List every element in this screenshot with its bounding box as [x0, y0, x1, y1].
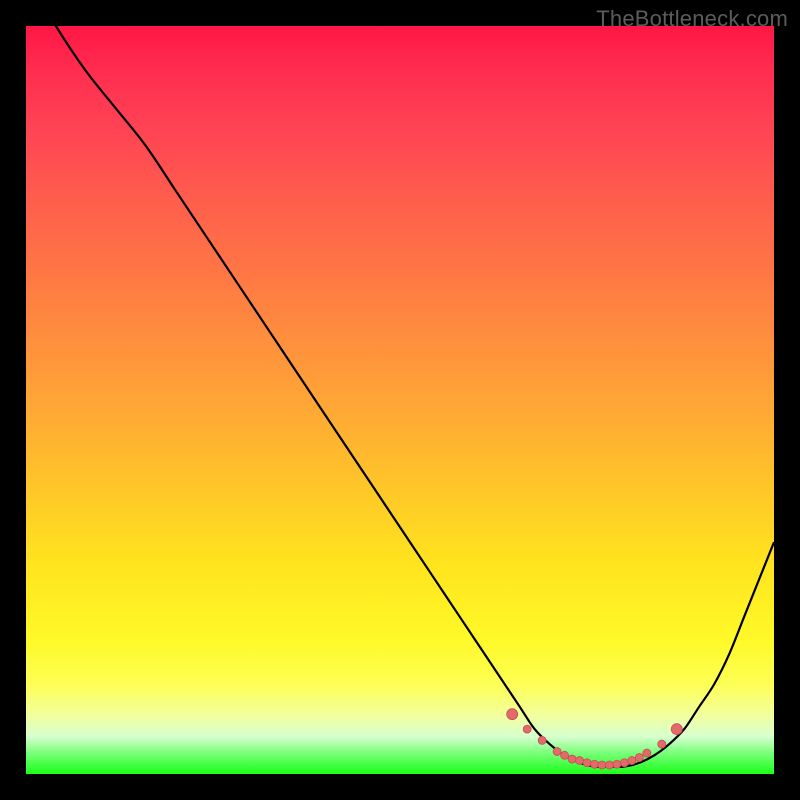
dot-marker — [576, 757, 584, 765]
plot-area — [26, 26, 774, 774]
dot-marker — [590, 760, 598, 768]
dot-marker — [628, 757, 636, 765]
bottleneck-curve — [26, 26, 774, 767]
curve-layer — [26, 26, 774, 774]
dot-marker — [598, 761, 606, 769]
bottom-dots — [507, 709, 683, 769]
dot-marker — [643, 749, 651, 757]
dot-marker — [583, 759, 591, 767]
dot-marker — [568, 755, 576, 763]
chart-frame: TheBottleneck.com — [0, 0, 800, 800]
dot-marker — [523, 725, 531, 733]
watermark-text: TheBottleneck.com — [596, 6, 788, 32]
dot-marker — [635, 754, 643, 762]
dot-marker — [658, 740, 666, 748]
dot-marker — [620, 759, 628, 767]
dot-marker — [671, 724, 682, 735]
dot-marker — [507, 709, 518, 720]
curve-path — [26, 26, 774, 767]
dot-marker — [538, 736, 546, 744]
dot-marker — [613, 760, 621, 768]
dot-marker — [605, 761, 613, 769]
dot-marker — [553, 748, 561, 756]
dot-marker — [561, 751, 569, 759]
